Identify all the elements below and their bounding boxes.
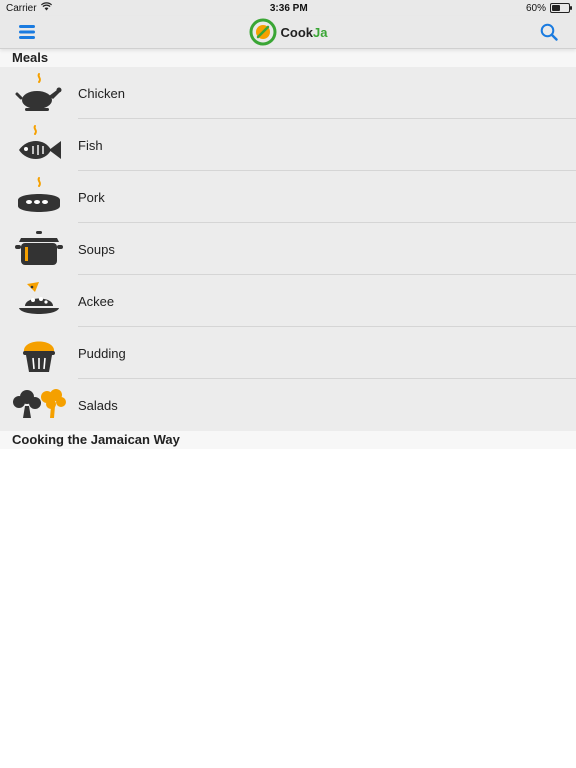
list-item-label: Pork — [78, 189, 105, 205]
list-item-salads[interactable]: Salads — [0, 379, 576, 431]
list-item-label: Chicken — [78, 85, 125, 101]
section-header-cooking: Cooking the Jamaican Way — [0, 431, 576, 449]
list-item-ackee[interactable]: Ackee — [0, 275, 576, 327]
soup-pot-icon — [6, 223, 72, 275]
battery-icon — [550, 3, 572, 13]
list-item-label: Pudding — [78, 345, 126, 361]
status-bar: Carrier 3:36 PM 60% — [0, 0, 576, 16]
fish-icon — [6, 119, 72, 171]
section-header-meals: Meals — [0, 49, 576, 67]
list-item-label: Ackee — [78, 293, 115, 309]
battery-level — [552, 5, 560, 11]
menu-button[interactable] — [14, 19, 40, 45]
list-item-chicken[interactable]: Chicken — [0, 67, 576, 119]
navigation-bar: CookJa — [0, 16, 576, 49]
pork-icon — [6, 171, 72, 223]
battery-percent: 60% — [525, 2, 546, 14]
list-item-soups[interactable]: Soups — [0, 223, 576, 275]
app-name-ja: Ja — [313, 24, 328, 40]
meals-list: Chicken Fish Pork Soups Ackee Pudding Sa… — [0, 67, 576, 431]
list-item-label: Fish — [78, 137, 103, 153]
list-item-pudding[interactable]: Pudding — [0, 327, 576, 379]
wifi-icon — [40, 2, 52, 14]
list-item-label: Soups — [78, 241, 115, 257]
cookja-logo-icon — [249, 18, 277, 46]
pudding-icon — [6, 327, 72, 379]
chicken-icon — [6, 67, 72, 119]
app-name-cook: Cook — [280, 24, 314, 40]
hamburger-icon — [19, 25, 35, 39]
ackee-plate-icon — [6, 275, 72, 327]
list-item-fish[interactable]: Fish — [0, 119, 576, 171]
app-logo: CookJa — [249, 18, 328, 46]
broccoli-icon — [6, 379, 72, 431]
status-time: 3:36 PM — [269, 2, 308, 14]
search-button[interactable] — [536, 19, 562, 45]
list-item-pork[interactable]: Pork — [0, 171, 576, 223]
app-name: CookJa — [281, 25, 328, 40]
search-icon — [540, 23, 558, 41]
carrier-label: Carrier — [6, 2, 37, 14]
list-item-label: Salads — [78, 397, 118, 413]
